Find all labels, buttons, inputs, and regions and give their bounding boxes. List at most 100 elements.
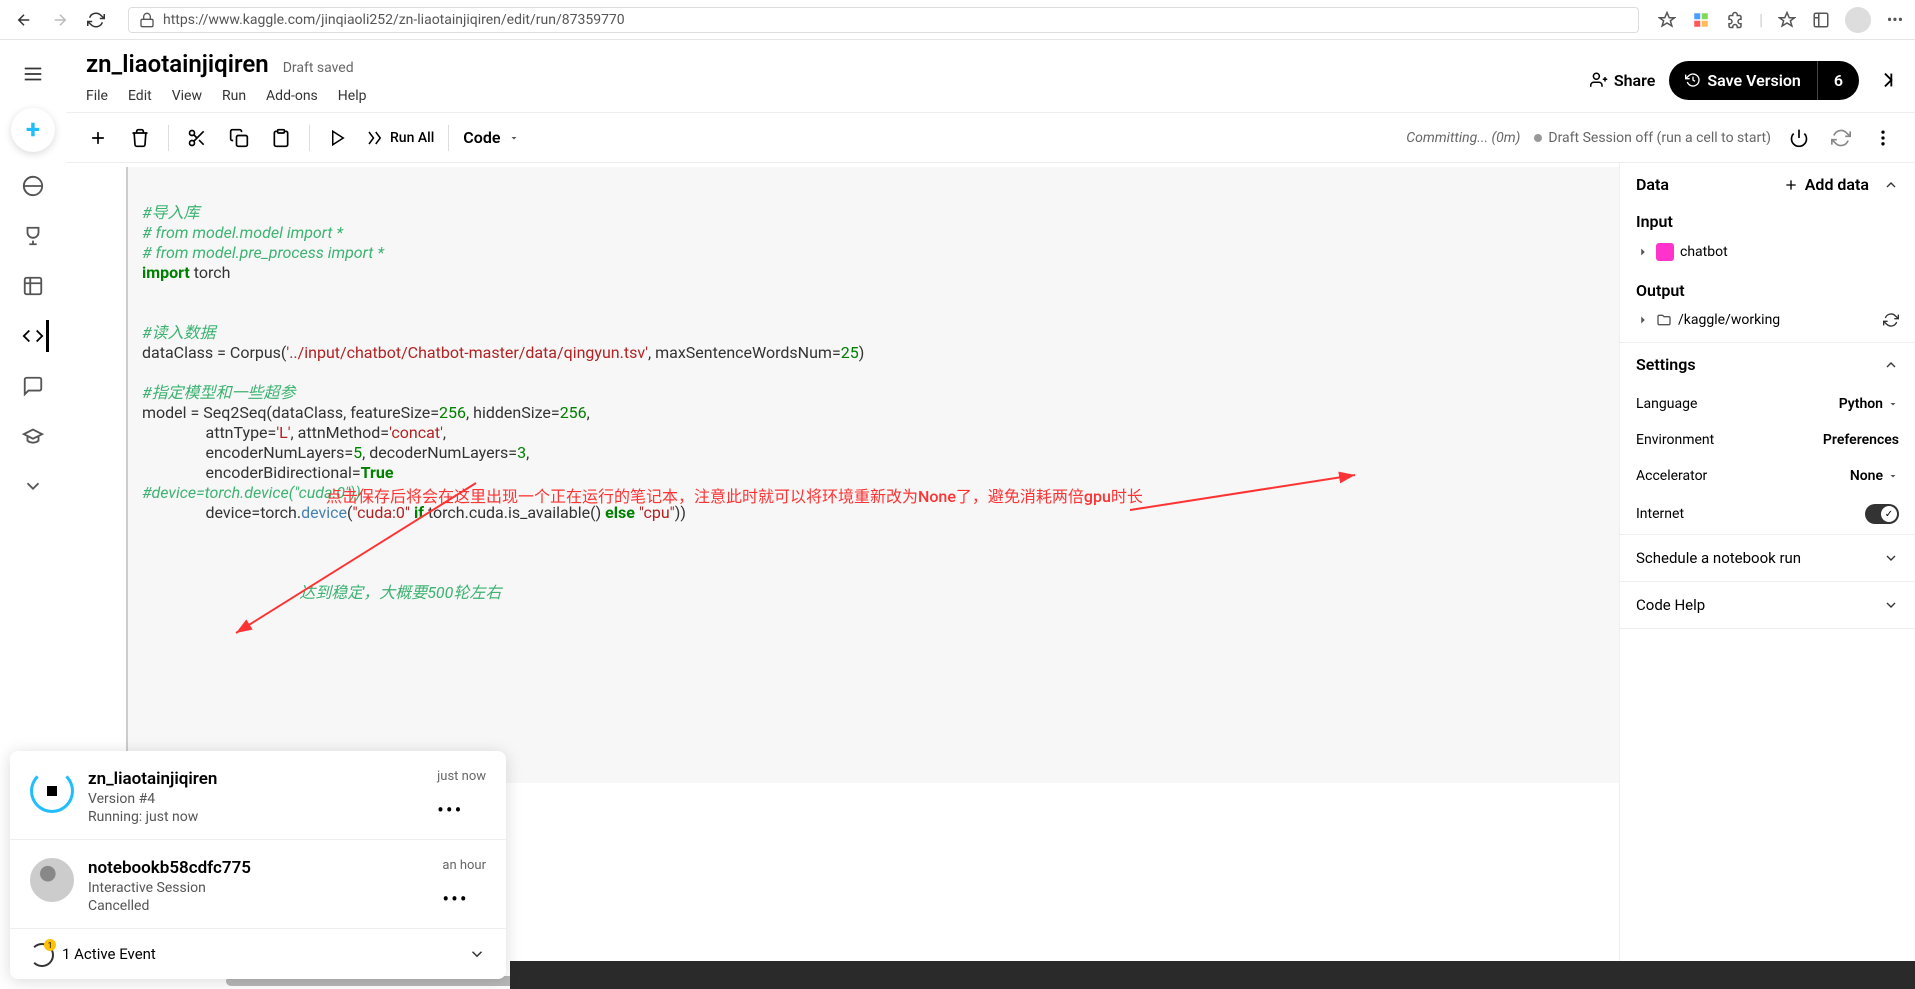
commit-status: Committing... (0m) <box>1406 130 1520 146</box>
code-line: #导入库 <box>142 203 200 222</box>
event-title: zn_liaotainjiqiren <box>88 769 423 789</box>
event-status: Running: just now <box>88 809 423 825</box>
chevron-down-icon[interactable] <box>468 945 486 963</box>
internet-row: Internet <box>1620 494 1915 534</box>
run-all-label: Run All <box>390 130 434 146</box>
share-icon <box>1590 71 1608 89</box>
collections-icon[interactable] <box>1811 10 1831 30</box>
event-time: an hour <box>442 858 486 873</box>
apps-icon[interactable] <box>1691 10 1711 30</box>
run-cell-button[interactable] <box>324 124 352 152</box>
output-subtitle: Output <box>1636 281 1899 300</box>
share-button[interactable]: Share <box>1590 71 1656 90</box>
menu-help[interactable]: Help <box>338 88 367 104</box>
history-icon <box>1685 72 1701 88</box>
codehelp-section[interactable]: Code Help <box>1620 582 1915 629</box>
reading-view-icon[interactable] <box>1657 10 1677 30</box>
language-label: Language <box>1636 396 1697 412</box>
environment-link[interactable]: Preferences <box>1823 432 1899 448</box>
input-item-label: chatbot <box>1680 244 1728 260</box>
menu-addons[interactable]: Add-ons <box>266 88 318 104</box>
add-cell-button[interactable] <box>84 124 112 152</box>
browser-right-icons: | ••• <box>1657 7 1905 33</box>
restart-button[interactable] <box>1827 124 1855 152</box>
folder-icon <box>1656 243 1674 261</box>
event-status: Cancelled <box>88 898 428 914</box>
forward-button[interactable] <box>46 6 74 34</box>
sidebar-toggle[interactable] <box>1873 69 1895 91</box>
settings-section-header[interactable]: Settings <box>1620 343 1915 386</box>
code-icon[interactable] <box>17 320 49 352</box>
more-icon[interactable]: ••• <box>1885 10 1905 30</box>
cell-type-dropdown[interactable]: Code <box>463 128 520 147</box>
draft-status: Draft saved <box>283 60 354 76</box>
address-bar[interactable]: https://www.kaggle.com/jinqiaoli252/zn-l… <box>128 7 1639 33</box>
notebook-title[interactable]: zn_liaotainjiqiren <box>86 50 269 78</box>
annotation-text: 点击保存后将会在这里出现一个正在运行的笔记本，注意此时就可以将环境重新改为Non… <box>326 483 1143 507</box>
delete-cell-button[interactable] <box>126 124 154 152</box>
more-options-button[interactable] <box>1869 124 1897 152</box>
home-icon[interactable] <box>17 170 49 202</box>
menu-file[interactable]: File <box>86 88 108 104</box>
version-count: 6 <box>1817 61 1859 100</box>
competitions-icon[interactable] <box>17 220 49 252</box>
add-data-button[interactable]: Add data <box>1783 175 1869 194</box>
avatar-icon <box>30 858 74 902</box>
power-button[interactable] <box>1785 124 1813 152</box>
datasets-icon[interactable] <box>17 270 49 302</box>
plus-icon <box>1783 177 1799 193</box>
event-item[interactable]: notebookb58cdfc775 Interactive Session C… <box>10 840 506 929</box>
cut-button[interactable] <box>183 124 211 152</box>
chevron-down-icon <box>1883 550 1899 566</box>
accelerator-dropdown[interactable]: None <box>1850 468 1899 484</box>
run-all-button[interactable]: Run All <box>366 129 434 147</box>
internet-label: Internet <box>1636 506 1684 522</box>
refresh-icon[interactable] <box>1883 312 1899 328</box>
event-more-button[interactable]: ••• <box>437 798 486 822</box>
data-section-header[interactable]: Data Add data <box>1620 163 1915 206</box>
event-subtitle: Interactive Session <box>88 880 428 896</box>
add-data-label: Add data <box>1805 175 1869 194</box>
courses-icon[interactable] <box>17 420 49 452</box>
input-tree-item[interactable]: chatbot <box>1636 239 1899 265</box>
hamburger-menu[interactable] <box>17 58 49 90</box>
profile-avatar[interactable] <box>1845 7 1871 33</box>
popup-footer[interactable]: 1 1 Active Event <box>10 929 506 979</box>
event-more-button[interactable]: ••• <box>442 887 486 911</box>
events-popup: zn_liaotainjiqiren Version #4 Running: j… <box>10 751 506 979</box>
reload-button[interactable] <box>82 6 110 34</box>
folder-icon <box>1656 312 1672 328</box>
share-label: Share <box>1614 71 1656 90</box>
extensions-icon[interactable] <box>1725 10 1745 30</box>
event-item[interactable]: zn_liaotainjiqiren Version #4 Running: j… <box>10 751 506 840</box>
back-button[interactable] <box>10 6 38 34</box>
create-button[interactable]: + <box>11 108 55 152</box>
session-status: Draft Session off (run a cell to start) <box>1534 130 1771 146</box>
menu-run[interactable]: Run <box>222 88 246 104</box>
schedule-section[interactable]: Schedule a notebook run <box>1620 535 1915 582</box>
chevron-right-icon <box>1636 313 1650 327</box>
internet-toggle[interactable] <box>1865 504 1899 524</box>
save-version-button[interactable]: Save Version 6 <box>1669 61 1859 100</box>
code-line: # from model.model import * <box>142 223 343 242</box>
input-subtitle: Input <box>1636 212 1899 231</box>
more-nav-icon[interactable] <box>17 470 49 502</box>
code-cell[interactable]: #导入库 # from model.model import * # from … <box>126 167 1619 783</box>
chevron-down-icon <box>1883 597 1899 613</box>
copy-button[interactable] <box>225 124 253 152</box>
language-row: Language Python <box>1620 386 1915 422</box>
codehelp-label: Code Help <box>1636 596 1705 614</box>
code-line: #指定模型和一些超参 <box>142 383 296 402</box>
output-tree-item[interactable]: /kaggle/working <box>1636 308 1899 332</box>
output-item-label: /kaggle/working <box>1678 312 1780 328</box>
console-footer[interactable] <box>510 961 1915 989</box>
language-dropdown[interactable]: Python <box>1839 396 1899 412</box>
favorites-icon[interactable] <box>1777 10 1797 30</box>
toolbar: Run All Code Committing... (0m) Draft Se… <box>66 113 1915 163</box>
discussions-icon[interactable] <box>17 370 49 402</box>
environment-row: Environment Preferences <box>1620 422 1915 458</box>
event-subtitle: Version #4 <box>88 791 423 807</box>
menu-view[interactable]: View <box>172 88 202 104</box>
menu-edit[interactable]: Edit <box>128 88 152 104</box>
paste-button[interactable] <box>267 124 295 152</box>
